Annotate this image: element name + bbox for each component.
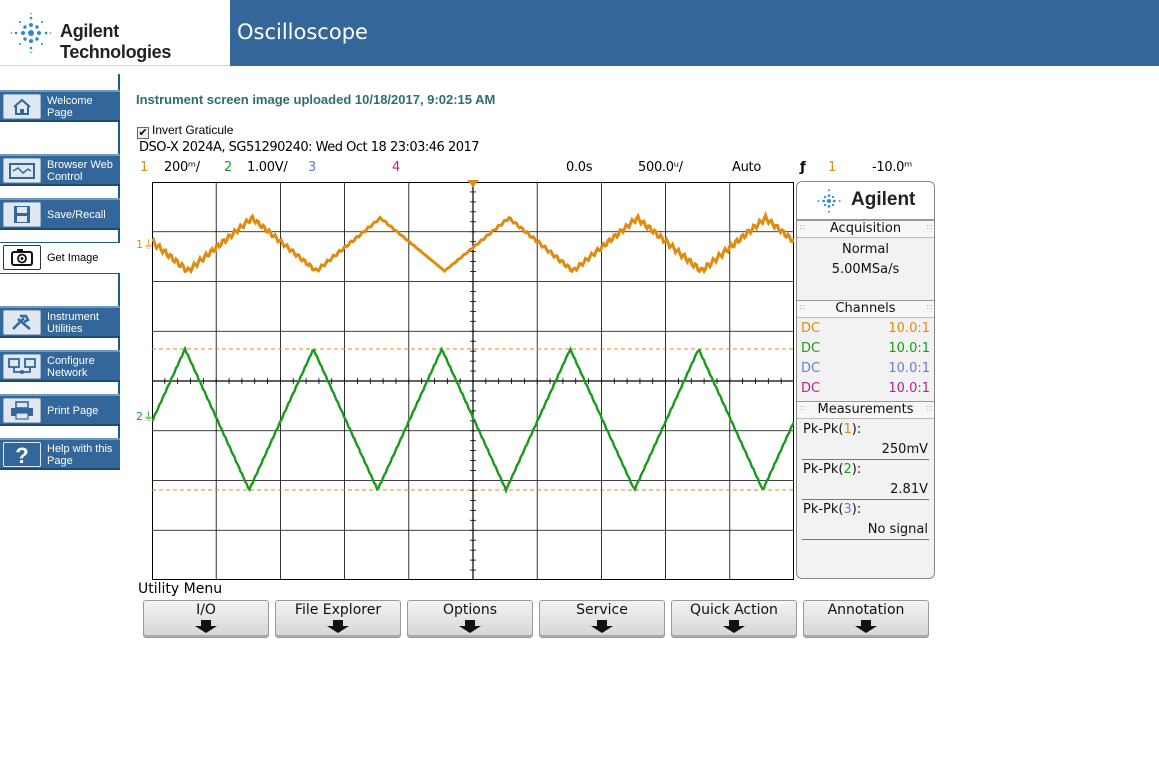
sidebar-item-label: Help with this Page: [47, 443, 113, 467]
page-title: Oscilloscope: [237, 20, 368, 44]
ch3-number: 3: [308, 160, 316, 175]
channel-4-row: DC 10.0:1: [797, 381, 934, 401]
tools-icon: [3, 310, 41, 335]
softkey-io[interactable]: I/O: [143, 600, 269, 638]
home-icon: [3, 94, 41, 119]
scope-side-panel: Agilent ∷ Acquisition ∷ Normal 5.00MSa/s ∷…: [796, 181, 935, 579]
panel-brand-name: Agilent: [851, 189, 916, 210]
ch1-indicator: 1: [140, 160, 148, 175]
arrow-down-icon: [327, 620, 349, 633]
channel-coupling: DC: [801, 321, 821, 336]
printer-icon: [3, 398, 41, 423]
svg-text:?: ?: [15, 443, 28, 466]
ch2-ground-marker: 2⏚: [136, 410, 154, 423]
trigger-mode: Auto: [732, 160, 761, 175]
arrow-down-icon: [855, 620, 877, 633]
sidebar-item-browser-web-control[interactable]: Browser Web Control: [0, 154, 120, 186]
acquisition-rate: 5.00MSa/s: [831, 262, 900, 277]
agilent-spark-icon: [10, 12, 52, 54]
floppy-disk-icon: [3, 202, 41, 227]
ch1-scale: 200ᵐ/: [164, 160, 200, 175]
softkey-service[interactable]: Service: [539, 600, 665, 638]
trigger-level: -10.0ᵐ: [872, 160, 912, 175]
channel-probe: 10.0:1: [888, 361, 930, 376]
measurement-divider: [802, 459, 929, 460]
agilent-logo[interactable]: Agilent Technologies: [0, 0, 230, 66]
sidebar-item-label: Configure Network: [47, 355, 95, 379]
trigger-edge-icon: ƒ: [800, 160, 806, 175]
sidebar-item-label: Welcome Page: [47, 95, 93, 119]
channels-header[interactable]: ∷ Channels ∷: [797, 300, 934, 318]
softkey-quick-action[interactable]: Quick Action: [671, 600, 797, 638]
sidebar-item-label: Instrument Utilities: [47, 311, 99, 335]
measurement-3-label: Pk-Pk(3):: [803, 502, 862, 517]
ch1-number: 1: [140, 160, 148, 175]
sidebar-item-get-image[interactable]: Get Image: [0, 242, 120, 274]
acquisition-header[interactable]: ∷ Acquisition ∷: [797, 220, 934, 238]
sidebar-item-label: Browser Web Control: [47, 159, 113, 183]
browser-control-icon: [3, 158, 41, 183]
measurement-2-label: Pk-Pk(2):: [803, 462, 862, 477]
arrow-down-icon: [459, 620, 481, 633]
trigger-position-marker: [467, 180, 479, 187]
instrument-info: DSO-X 2024A, SG51290240: Wed Oct 18 23:0…: [139, 140, 480, 155]
channel-probe: 10.0:1: [888, 381, 930, 396]
sidebar-item-welcome[interactable]: Welcome Page: [0, 90, 120, 122]
channel-2-row: DC 10.0:1: [797, 341, 934, 361]
channel-probe: 10.0:1: [888, 341, 930, 356]
sidebar-item-save-recall[interactable]: Save/Recall: [0, 198, 120, 230]
arrow-down-icon: [723, 620, 745, 633]
channel-3-row: DC 10.0:1: [797, 361, 934, 381]
channel-probe: 10.0:1: [888, 321, 930, 336]
agilent-spark-icon: [817, 189, 841, 213]
arrow-down-icon: [591, 620, 613, 633]
measurement-divider: [802, 539, 929, 540]
measurement-1-value: 250mV: [881, 442, 928, 457]
channel-1-row: DC 10.0:1: [797, 321, 934, 341]
measurement-1-label: Pk-Pk(1):: [803, 422, 862, 437]
arrow-down-icon: [195, 620, 217, 633]
graticule: [152, 182, 794, 580]
camera-icon: [3, 245, 41, 270]
ch2-number: 2: [224, 160, 232, 175]
network-icon: [3, 354, 41, 379]
invert-graticule-checkbox[interactable]: ✔: [137, 127, 149, 139]
invert-graticule-option[interactable]: ✔ Invert Graticule: [137, 123, 233, 139]
sidebar-item-label: Print Page: [47, 405, 99, 417]
acquisition-mode: Normal: [841, 242, 890, 257]
sidebar-item-label: Save/Recall: [47, 209, 106, 221]
sidebar-item-configure-network[interactable]: Configure Network: [0, 350, 120, 382]
measurement-2-value: 2.81V: [890, 482, 928, 497]
sidebar-item-label: Get Image: [47, 252, 99, 264]
softkey-annotation[interactable]: Annotation: [803, 600, 929, 638]
help-icon: ?: [3, 442, 41, 468]
ch1-ground-marker: 1⏚: [136, 238, 154, 251]
measurement-3-value: No signal: [867, 522, 928, 537]
softkey-file-explorer[interactable]: File Explorer: [275, 600, 401, 638]
invert-graticule-label: Invert Graticule: [152, 123, 234, 137]
channel-coupling: DC: [801, 341, 821, 356]
measurements-header[interactable]: ∷ Measurements ∷: [797, 401, 934, 419]
time-offset: 0.0s: [566, 160, 593, 175]
upload-status-title: Instrument screen image uploaded 10/18/2…: [136, 92, 496, 107]
channel-coupling: DC: [801, 381, 821, 396]
measurement-divider: [802, 499, 929, 500]
app-header: Agilent Technologies Oscilloscope: [0, 0, 1159, 66]
ch2-scale: 1.00V/: [247, 160, 288, 175]
sidebar-item-instrument-utilities[interactable]: Instrument Utilities: [0, 306, 120, 338]
ch4-number: 4: [392, 160, 400, 175]
softkey-options[interactable]: Options: [407, 600, 533, 638]
time-scale: 500.0ᵘ/: [638, 160, 683, 175]
channel-coupling: DC: [801, 361, 821, 376]
utility-menu-title: Utility Menu: [138, 581, 223, 597]
trigger-channel: 1: [828, 160, 836, 175]
brand-name: Agilent Technologies: [60, 21, 172, 62]
sidebar-item-print-page[interactable]: Print Page: [0, 394, 120, 426]
panel-brand: Agilent: [797, 182, 934, 220]
sidebar-item-help[interactable]: ? Help with this Page: [0, 438, 120, 470]
